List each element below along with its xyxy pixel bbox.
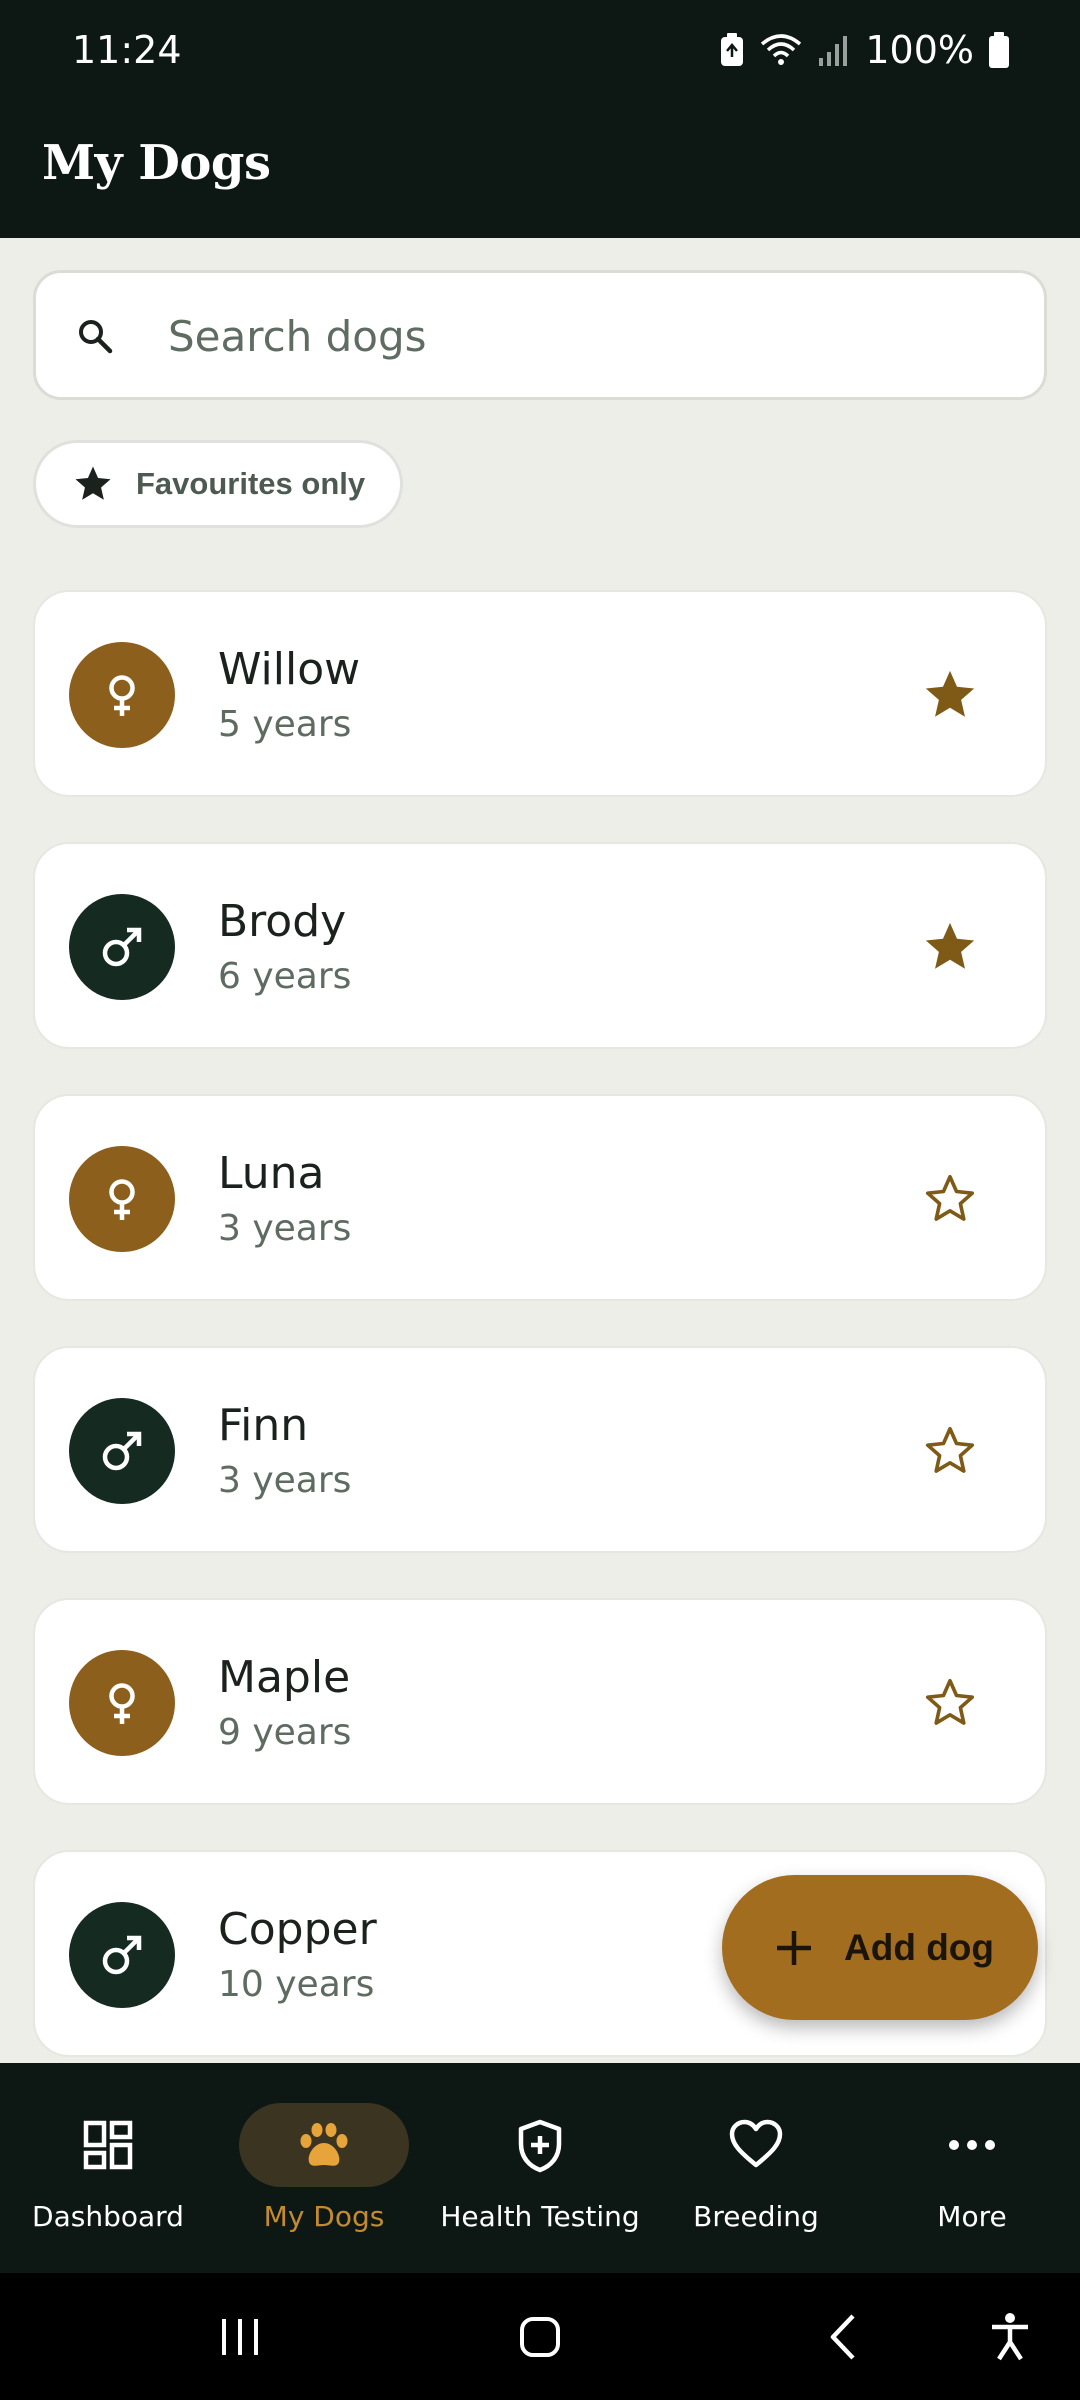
dog-name: Willow [218,644,361,695]
battery-percent: 100% [865,28,974,72]
system-navigation-bar [0,2273,1080,2400]
add-dog-button[interactable]: Add dog [722,1875,1038,2020]
dog-name: Luna [218,1148,325,1199]
male-icon [102,1935,142,1975]
wifi-icon [761,34,802,65]
male-icon [102,1431,142,1471]
nav-item-health-testing[interactable]: Health Testing [432,2063,648,2273]
dog-age: 3 years [218,1208,352,1249]
more-horizontal-icon [949,2140,995,2150]
star-filled-icon[interactable] [921,666,979,724]
nav-item-breeding[interactable]: Breeding [648,2063,864,2273]
status-icons: 100% [719,28,1010,72]
female-icon [109,1683,135,1724]
dog-name: Maple [218,1652,351,1703]
star-filled-icon[interactable] [921,918,979,976]
search-icon [79,320,113,354]
dog-age: 5 years [218,704,352,745]
search-input[interactable] [168,303,988,369]
star-outline-icon[interactable] [921,1422,979,1480]
star-outline-icon[interactable] [921,1674,979,1732]
bottom-navigation: Dashboard My Dogs Health Testing Breedin… [0,2063,1080,2273]
battery-saver-icon [721,33,744,66]
home-icon [520,2316,560,2357]
dog-card-finn[interactable]: Finn 3 years [33,1346,1047,1553]
nav-label-breeding: Breeding [693,2200,819,2233]
dog-card-brody[interactable]: Brody 6 years [33,842,1047,1049]
back-icon [830,2313,855,2360]
nav-item-my-dogs[interactable]: My Dogs [216,2063,432,2273]
paw-icon [300,2123,348,2166]
dog-avatar [69,1146,175,1252]
dog-list[interactable]: Willow 5 years Brody 6 years Luna 3 year… [33,590,1047,2063]
nav-label-health-testing: Health Testing [440,2200,640,2233]
dog-age: 3 years [218,1460,352,1501]
recent-apps-button[interactable] [190,2273,290,2400]
back-button[interactable] [795,2273,895,2400]
cell-signal-icon [819,36,848,66]
dog-name: Copper [218,1904,377,1955]
dog-age: 10 years [218,1964,375,2005]
nav-item-more[interactable]: More [864,2063,1080,2273]
shield-plus-icon [518,2119,562,2173]
female-icon [109,675,135,716]
recent-apps-icon [222,2318,258,2355]
dog-avatar [69,1398,175,1504]
dog-avatar [69,642,175,748]
dog-avatar [69,1902,175,2008]
star-icon [75,466,111,500]
battery-icon [989,32,1009,68]
female-icon [109,1179,135,1220]
nav-label-more: More [937,2200,1007,2233]
plus-icon [777,1930,811,1965]
accessibility-button[interactable] [960,2273,1060,2400]
nav-label-dashboard: Dashboard [32,2200,184,2233]
dog-card-maple[interactable]: Maple 9 years [33,1598,1047,1805]
page-title: My Dogs [42,135,271,191]
search-bar[interactable] [33,270,1047,400]
nav-label-my-dogs: My Dogs [263,2200,385,2233]
dog-avatar [69,1650,175,1756]
home-button[interactable] [490,2273,590,2400]
nav-item-dashboard[interactable]: Dashboard [0,2063,216,2273]
favourites-only-filter-chip[interactable]: Favourites only [33,440,403,528]
status-bar: 11:24 100% [0,0,1080,105]
dog-card-willow[interactable]: Willow 5 years [33,590,1047,797]
dog-card-luna[interactable]: Luna 3 years [33,1094,1047,1301]
accessibility-icon [992,2312,1028,2360]
add-dog-label: Add dog [844,1926,995,1968]
star-outline-icon[interactable] [921,1170,979,1228]
dog-avatar [69,894,175,1000]
dog-age: 9 years [218,1712,352,1753]
heart-icon [729,2119,783,2168]
dashboard-icon [83,2120,133,2170]
status-time: 11:24 [72,28,182,72]
dog-age: 6 years [218,956,352,997]
dog-name: Finn [218,1400,309,1451]
dog-name: Brody [218,896,347,947]
male-icon [102,927,142,967]
app-bar: My Dogs [0,105,1080,238]
favourites-only-label: Favourites only [136,466,366,501]
